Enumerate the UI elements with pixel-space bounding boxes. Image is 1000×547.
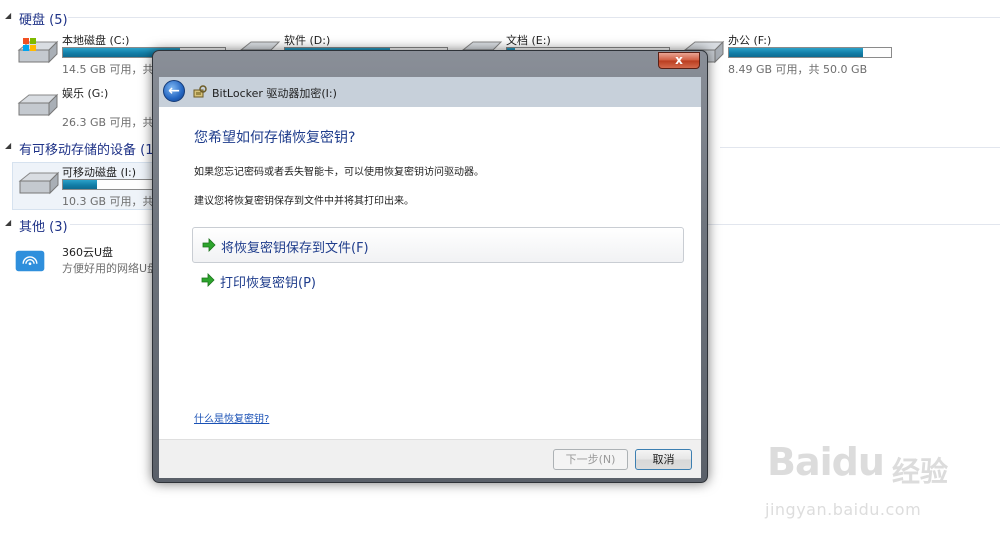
drive-i[interactable]: 可移动磁盘 (I:) 10.3 GB 可用，共: [12, 162, 164, 210]
drive-name: 文档 (E:): [506, 34, 551, 47]
drive-name: 本地磁盘 (C:): [62, 34, 130, 47]
drive-desc: 方便好用的网络U盘: [62, 262, 159, 275]
collapse-arrow-icon[interactable]: ◢: [5, 11, 11, 20]
watermark-cn: 经验: [892, 455, 949, 488]
dialog-title: BitLocker 驱动器加密(I:): [212, 87, 337, 100]
section-title: 其他 (3): [19, 220, 68, 235]
what-is-recovery-key-link[interactable]: 什么是恢复密钥?: [194, 410, 269, 425]
usage-bar: [728, 47, 892, 58]
removable-drive-icon: [18, 171, 60, 195]
green-arrow-icon: [202, 238, 216, 252]
option-label: 将恢复密钥保存到文件(F): [221, 241, 369, 256]
print-key-option[interactable]: 打印恢复密钥(P): [192, 263, 684, 299]
drive-space: 10.3 GB 可用，共: [62, 195, 154, 208]
baidu-watermark: Baidu 经验 jingyan.baidu.com: [760, 440, 960, 530]
save-to-file-option[interactable]: 将恢复密钥保存到文件(F): [192, 227, 684, 263]
cloud-usb-icon: [15, 250, 45, 272]
watermark-url: jingyan.baidu.com: [765, 500, 922, 519]
dialog-titlebar: ← BitLocker 驱动器加密(I:): [159, 77, 701, 107]
section-divider: [720, 147, 1000, 148]
drive-name: 办公 (F:): [728, 34, 772, 47]
instruction-text: 如果您忘记密码或者丢失智能卡，可以使用恢复密钥访问驱动器。: [194, 167, 484, 178]
drive-icon: [17, 93, 59, 117]
cancel-button[interactable]: 取消: [635, 449, 692, 470]
back-button[interactable]: ←: [163, 80, 185, 102]
drive-space: 8.49 GB 可用，共 50.0 GB: [728, 63, 868, 76]
drive-name: 360云U盘: [62, 246, 114, 259]
section-divider: [68, 17, 1000, 18]
option-label: 打印恢复密钥(P): [220, 276, 316, 291]
dialog-content: 您希望如何存储恢复密钥? 如果您忘记密码或者丢失智能卡，可以使用恢复密钥访问驱动…: [159, 107, 701, 439]
bitlocker-dialog: x ← BitLocker 驱动器加密(I:) 您希望如何存储恢复密钥? 如果您…: [152, 50, 708, 483]
drive-name: 可移动磁盘 (I:): [62, 166, 137, 179]
drive-name: 软件 (D:): [284, 34, 331, 47]
windows-drive-icon: [17, 38, 59, 64]
next-button[interactable]: 下一步(N): [553, 449, 628, 470]
section-title: 硬盘 (5): [19, 13, 68, 28]
dialog-heading: 您希望如何存储恢复密钥?: [194, 130, 356, 146]
collapse-arrow-icon[interactable]: ◢: [5, 141, 11, 150]
section-title: 有可移动存储的设备 (1: [19, 143, 154, 158]
recommendation-text: 建议您将恢复密钥保存到文件中并将其打印出来。: [194, 196, 414, 207]
collapse-arrow-icon[interactable]: ◢: [5, 218, 11, 227]
drive-360-usb[interactable]: 360云U盘 方便好用的网络U盘: [15, 241, 159, 287]
usage-bar: [62, 179, 162, 190]
drive-name: 娱乐 (G:): [62, 87, 109, 100]
drive-space: 14.5 GB 可用，共: [62, 63, 154, 76]
close-button[interactable]: x: [658, 52, 700, 69]
bitlocker-key-icon: [193, 85, 207, 98]
section-hard-disks[interactable]: ◢ 硬盘 (5): [0, 8, 1000, 28]
drive-space: 26.3 GB 可用，共: [62, 116, 154, 129]
watermark-logo: Baidu: [767, 440, 885, 484]
dialog-footer: 下一步(N) 取消: [159, 439, 701, 478]
drive-f[interactable]: 办公 (F:) 8.49 GB 可用，共 50.0 GB: [681, 32, 931, 78]
drive-g[interactable]: 娱乐 (G:) 26.3 GB 可用，共: [15, 85, 165, 131]
green-arrow-icon: [201, 273, 215, 287]
